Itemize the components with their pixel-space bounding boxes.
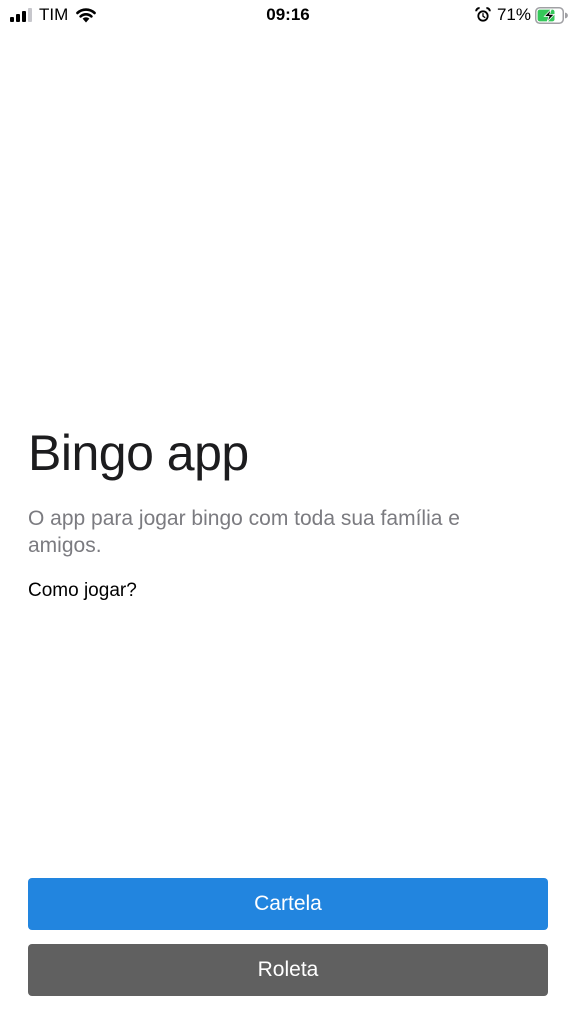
battery-charging-icon	[535, 6, 568, 24]
app-title: Bingo app	[28, 425, 249, 481]
status-bar-right: 71%	[475, 4, 568, 26]
alarm-clock-icon	[475, 7, 491, 22]
battery-percent: 71%	[496, 5, 531, 24]
app-subtitle: O app para jogar bingo com toda sua famí…	[28, 507, 460, 557]
cartela-button[interactable]: Cartela	[28, 878, 548, 930]
roleta-button[interactable]: Roleta	[28, 944, 548, 996]
how-to-play-link[interactable]: Como jogar?	[28, 579, 137, 603]
status-bar: TIM 09:16 71%	[0, 0, 576, 30]
